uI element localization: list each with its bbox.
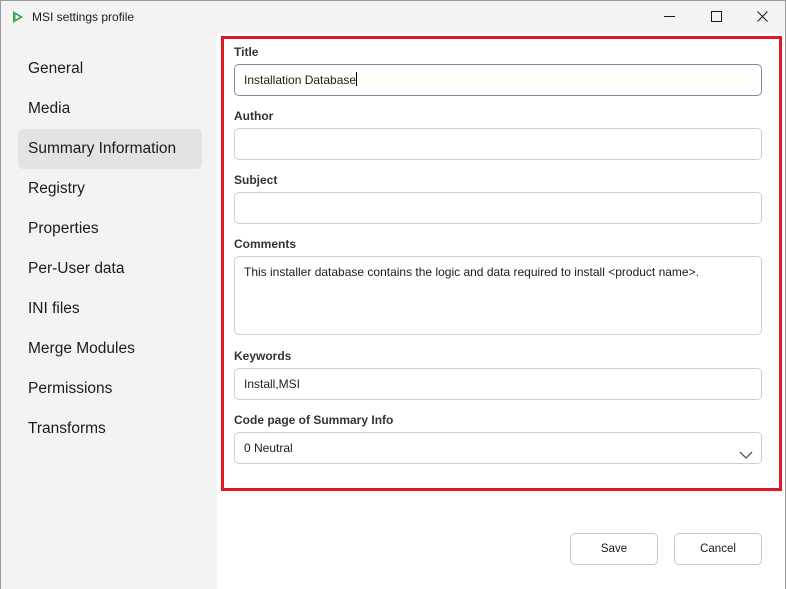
sidebar-item-permissions[interactable]: Permissions — [18, 369, 202, 409]
text-caret — [356, 72, 358, 86]
comments-label: Comments — [234, 237, 297, 251]
author-label: Author — [234, 109, 274, 123]
close-icon — [756, 10, 768, 22]
sidebar-item-general[interactable]: General — [18, 49, 202, 89]
subject-label: Subject — [234, 173, 278, 187]
subject-input[interactable] — [234, 192, 762, 224]
sidebar-item-merge-modules[interactable]: Merge Modules — [18, 329, 202, 369]
title-bar: MSI settings profile — [1, 1, 785, 33]
codepage-selected-value: 0 Neutral — [244, 441, 293, 455]
sidebar-item-properties[interactable]: Properties — [18, 209, 202, 249]
chevron-down-icon — [739, 442, 753, 459]
summary-information-panel: Title Installation Database Author Subje… — [217, 33, 785, 589]
keywords-label: Keywords — [234, 349, 292, 363]
msi-app-icon — [11, 10, 25, 24]
keywords-input[interactable]: Install,MSI — [234, 368, 762, 400]
sidebar-item-per-user-data[interactable]: Per-User data — [18, 249, 202, 289]
minimize-icon — [663, 15, 675, 17]
cancel-button[interactable]: Cancel — [674, 533, 762, 565]
title-input[interactable]: Installation Database — [234, 64, 762, 96]
comments-textarea[interactable]: This installer database contains the log… — [234, 256, 762, 335]
sidebar-item-ini-files[interactable]: INI files — [18, 289, 202, 329]
settings-sidebar: General Media Summary Information Regist… — [1, 33, 217, 589]
msi-settings-window: MSI settings profile General Media Summa… — [0, 0, 786, 589]
close-button[interactable] — [739, 1, 785, 31]
maximize-button[interactable] — [693, 1, 739, 31]
save-button[interactable]: Save — [570, 533, 658, 565]
author-input[interactable] — [234, 128, 762, 160]
title-label: Title — [234, 45, 259, 59]
codepage-label: Code page of Summary Info — [234, 413, 394, 427]
title-input-value: Installation Database — [244, 73, 357, 87]
sidebar-item-transforms[interactable]: Transforms — [18, 409, 202, 449]
codepage-select[interactable]: 0 Neutral — [234, 432, 762, 464]
sidebar-item-media[interactable]: Media — [18, 89, 202, 129]
maximize-icon — [710, 10, 722, 22]
window-title: MSI settings profile — [32, 10, 135, 24]
sidebar-item-registry[interactable]: Registry — [18, 169, 202, 209]
minimize-button[interactable] — [646, 1, 692, 31]
sidebar-item-summary-information[interactable]: Summary Information — [18, 129, 202, 169]
